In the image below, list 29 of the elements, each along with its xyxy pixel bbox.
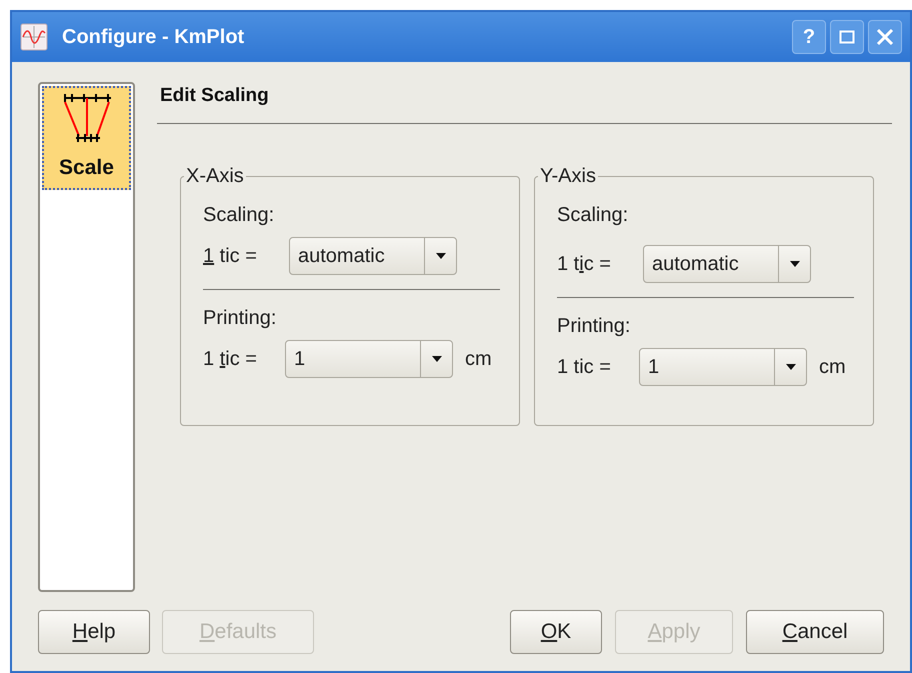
dialog-button[interactable]: Cancel [746,610,884,654]
window-title: Configure - KmPlot [62,25,246,50]
combo-box[interactable]: automatic [643,244,811,282]
plot-app-icon [20,23,48,51]
unit-label: cm [819,354,846,380]
tic-label: 1 tic = [557,354,612,380]
tic-label: 1 tic = [203,244,258,268]
combo-box[interactable]: automatic [289,236,457,274]
scaling-label: Scaling: [557,202,630,226]
page-title: Edit Scaling [160,84,270,108]
dialog-button[interactable]: Help [38,610,150,654]
dialog-button[interactable]: OK [510,610,602,654]
dropdown-arrow-icon [788,260,800,268]
dropdown-arrow-icon [784,362,796,370]
page-list-item[interactable]: Scale [42,86,131,190]
combo-box[interactable]: 1 [639,348,807,386]
combo-box[interactable]: 1 [285,340,453,378]
printing-label: Printing: [557,314,632,338]
maximize-button[interactable] [830,20,864,54]
unit-label: cm [465,346,492,372]
tic-label: 1 tic = [203,346,258,372]
close-button[interactable] [868,20,902,54]
maximize-icon [839,29,855,45]
tic-label: 1 tic = [557,252,612,276]
dropdown-arrow-icon [434,252,446,260]
dropdown-arrow-icon [430,354,442,362]
close-icon [876,28,894,46]
printing-label: Printing: [203,306,278,330]
scaling-label: Scaling: [203,202,276,226]
